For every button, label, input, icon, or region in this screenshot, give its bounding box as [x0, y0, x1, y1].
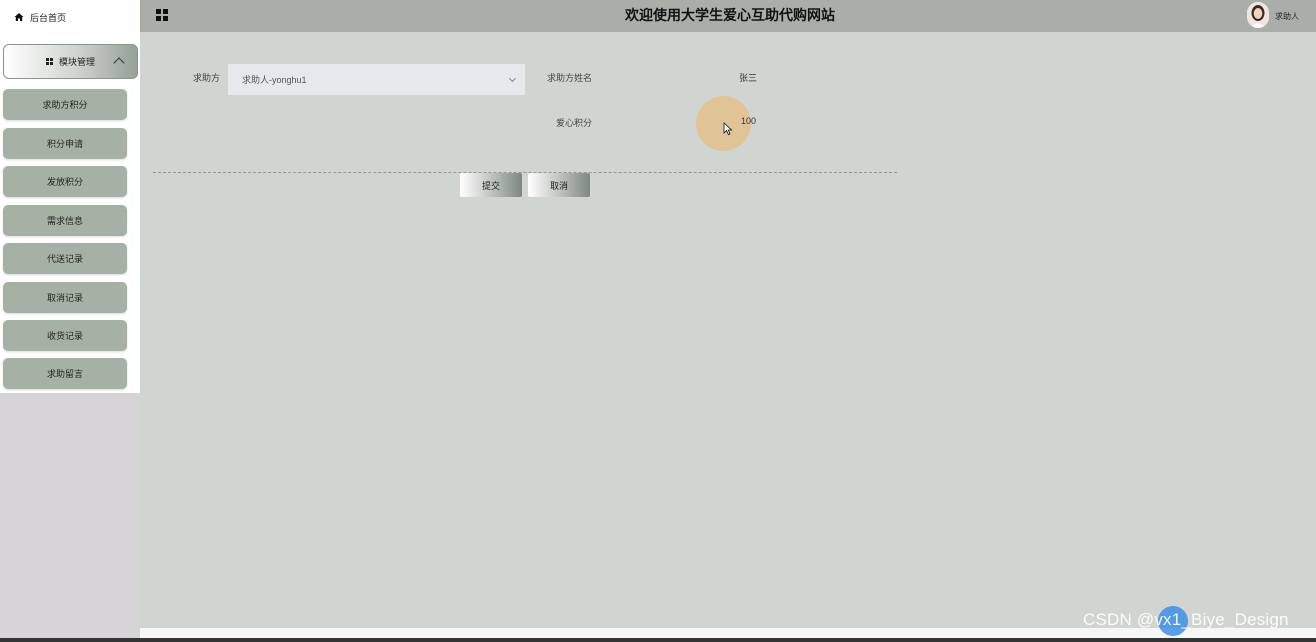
form-divider — [153, 172, 897, 173]
grid-icon — [46, 58, 53, 65]
love-points-label: 爱心积分 — [555, 118, 592, 128]
seeker-select[interactable]: 求助人-yonghu1 — [228, 64, 525, 95]
csdn-watermark: CSDN @vx1_Biye_Design — [1083, 610, 1289, 629]
sidebar: 后台首页 模块管理 求助方积分 积分申请 发放积分 需求信息 代送记录 取消记录… — [0, 0, 140, 642]
home-icon — [14, 13, 24, 21]
sidebar-item-delivery-records[interactable]: 代送记录 — [3, 243, 127, 274]
bottom-edge — [0, 638, 1316, 642]
sidebar-item-demand-info[interactable]: 需求信息 — [3, 205, 127, 236]
seeker-label: 求助方 — [192, 73, 220, 83]
group-label: 模块管理 — [59, 57, 96, 67]
site-title: 欢迎使用大学生爱心互助代购网站 — [625, 7, 835, 23]
sidebar-item-receipt-records[interactable]: 收货记录 — [3, 320, 127, 351]
love-points-value: 100 — [741, 116, 757, 126]
home-label: 后台首页 — [30, 12, 67, 23]
user-name[interactable]: 求助人 — [1275, 11, 1299, 22]
sidebar-item-seeker-points[interactable]: 求助方积分 — [3, 89, 127, 120]
home-link[interactable]: 后台首页 — [0, 0, 140, 34]
seeker-name-value: 张三 — [739, 73, 758, 83]
module-management-toggle[interactable]: 模块管理 — [3, 44, 138, 79]
avatar[interactable] — [1247, 2, 1269, 28]
mouse-cursor-icon — [723, 122, 733, 136]
seeker-name-label: 求助方姓名 — [546, 73, 592, 83]
sidebar-item-issue-points[interactable]: 发放积分 — [3, 166, 127, 197]
chevron-down-icon — [508, 74, 517, 83]
sidebar-item-help-messages[interactable]: 求助留言 — [3, 358, 127, 389]
submit-button[interactable]: 提交 — [460, 173, 522, 197]
top-header: 欢迎使用大学生爱心互助代购网站 求助人 — [140, 0, 1316, 32]
chevron-up-icon — [113, 57, 125, 69]
sidebar-item-points-apply[interactable]: 积分申请 — [3, 128, 127, 159]
cancel-button[interactable]: 取消 — [528, 173, 590, 197]
seeker-select-value: 求助人-yonghu1 — [242, 75, 307, 85]
sidebar-item-cancel-records[interactable]: 取消记录 — [3, 282, 127, 313]
